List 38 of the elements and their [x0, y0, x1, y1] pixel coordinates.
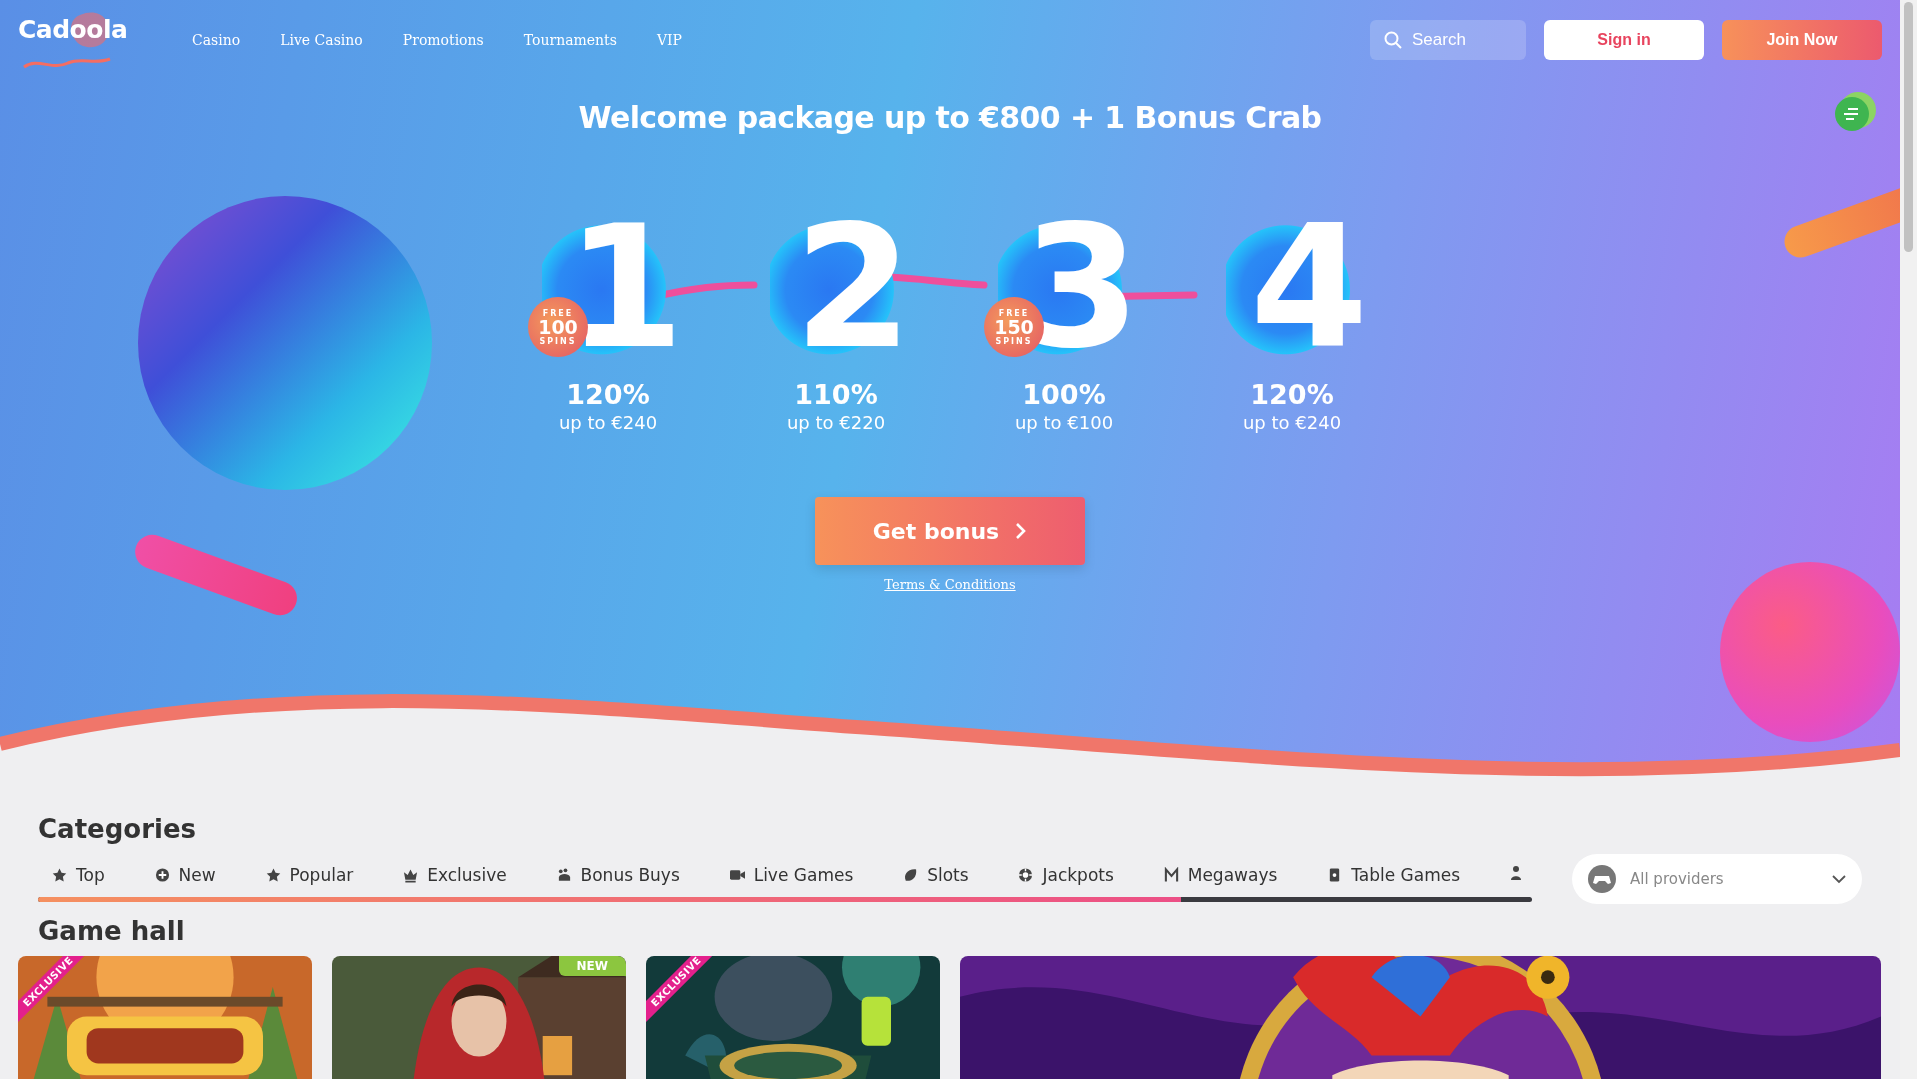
person-icon	[1509, 864, 1522, 881]
welcome-heading: Welcome package up to €800 + 1 Bonus Crab	[578, 100, 1322, 135]
category-tab[interactable]: Popular	[265, 864, 354, 885]
get-bonus-button[interactable]: Get bonus	[815, 497, 1085, 565]
bonus-cap: up to €100	[1014, 412, 1114, 433]
category-tab[interactable]: Top	[52, 864, 105, 885]
category-tab[interactable]: Exclusive	[403, 864, 507, 885]
category-tab[interactable]: Jackpots	[1018, 864, 1114, 885]
nav-link[interactable]: Promotions	[402, 32, 484, 48]
section-heading: Categories	[38, 814, 197, 844]
gamepad-icon	[1588, 865, 1616, 893]
bonus-cap: up to €220	[786, 412, 886, 433]
bonus-percent: 110%	[794, 379, 878, 410]
bonus-percent: 120%	[1250, 379, 1334, 410]
scrollbar-thumb[interactable]	[1904, 2, 1913, 252]
bonus-percent: 100%	[1022, 379, 1106, 410]
nav-link[interactable]: Casino	[192, 32, 241, 48]
category-tab[interactable]: Table Games	[1327, 864, 1461, 885]
section-heading: Game hall	[38, 916, 186, 946]
search-icon	[1384, 31, 1402, 49]
join-button[interactable]: Join Now	[1722, 20, 1882, 60]
bonus-cap: up to €240	[1242, 412, 1342, 433]
category-tab[interactable]: Live Games	[729, 864, 854, 885]
nav-link[interactable]: Tournaments	[523, 32, 617, 48]
category-tab[interactable]: Slots	[903, 864, 969, 885]
nav-link[interactable]: Live Casino	[280, 32, 363, 48]
bonus-percent: 120%	[566, 379, 650, 410]
chevron-right-icon	[1015, 522, 1028, 540]
terms-link[interactable]: Terms & Conditions	[884, 577, 1016, 592]
bonus-cap: up to €240	[558, 412, 658, 433]
category-tab[interactable]: Bonus Buys	[556, 864, 680, 885]
providers-dropdown[interactable]: All providers	[1572, 854, 1862, 904]
new-badge: NEW	[558, 956, 626, 976]
category-tab[interactable]: Megaways	[1163, 864, 1278, 885]
category-tab[interactable]: New	[154, 864, 216, 885]
sign-in-button[interactable]: Sign in	[1544, 20, 1704, 60]
nav-link[interactable]: VIP	[656, 32, 682, 48]
chevron-down-icon	[1832, 874, 1846, 884]
